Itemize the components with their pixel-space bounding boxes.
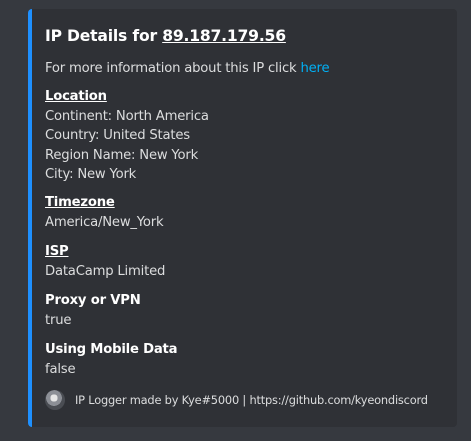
city-value: City: New York bbox=[45, 167, 137, 182]
embed-title: IP Details for 89.187.179.56 bbox=[45, 27, 286, 45]
location-section: Location Continent: North America Countr… bbox=[45, 87, 209, 185]
location-heading: Location bbox=[45, 89, 107, 104]
region-value: Region Name: New York bbox=[45, 147, 199, 163]
timezone-heading: Timezone bbox=[45, 195, 115, 210]
avatar-icon bbox=[45, 390, 65, 410]
description-text: For more information about this IP click bbox=[45, 61, 301, 76]
ip-details-embed: IP Details for 89.187.179.56 For more in… bbox=[28, 9, 457, 427]
proxy-heading: Proxy or VPN bbox=[45, 293, 141, 308]
isp-value: DataCamp Limited bbox=[45, 263, 166, 279]
mobile-heading: Using Mobile Data bbox=[45, 342, 178, 357]
timezone-section: Timezone America/New_York bbox=[45, 193, 164, 232]
timezone-value: America/New_York bbox=[45, 214, 164, 230]
proxy-value: true bbox=[45, 312, 72, 328]
more-info-link[interactable]: here bbox=[300, 61, 329, 76]
embed-title-prefix: IP Details for bbox=[45, 27, 163, 45]
footer-text: IP Logger made by Kye#5000 | https://git… bbox=[75, 393, 428, 407]
mobile-section: Using Mobile Data false bbox=[45, 340, 178, 379]
country-value: Country: United States bbox=[45, 128, 190, 143]
continent-value: Continent: North America bbox=[45, 108, 209, 124]
embed-footer: IP Logger made by Kye#5000 | https://git… bbox=[45, 389, 428, 411]
ip-address-link[interactable]: 89.187.179.56 bbox=[162, 27, 286, 45]
isp-heading: ISP bbox=[45, 244, 69, 259]
proxy-section: Proxy or VPN true bbox=[45, 291, 141, 330]
mobile-value: false bbox=[45, 361, 76, 377]
embed-description: For more information about this IP click… bbox=[45, 61, 330, 76]
isp-section: ISP DataCamp Limited bbox=[45, 242, 165, 281]
